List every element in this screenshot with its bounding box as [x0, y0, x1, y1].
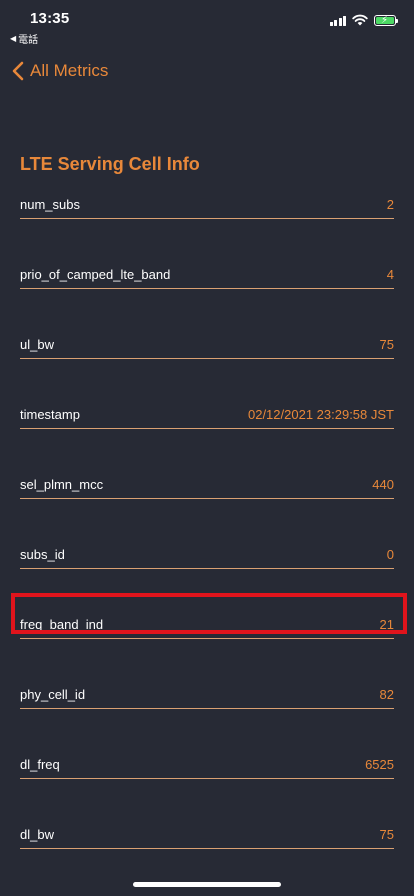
screen: 13:35 ◀ 電話 ⚡ All Metrics LTE Serving Cel… [0, 0, 414, 896]
metric-value: 75 [379, 337, 394, 352]
metric-value: 440 [372, 477, 394, 492]
status-bar: 13:35 ◀ 電話 ⚡ [0, 0, 414, 46]
home-indicator[interactable] [133, 882, 281, 887]
status-time: 13:35 [30, 10, 70, 27]
cellular-signal-icon [329, 15, 346, 26]
section-title: LTE Serving Cell Info [20, 154, 200, 174]
back-to-app-link[interactable]: ◀ 電話 [10, 31, 38, 46]
metric-row-dl-bw: dl_bw 75 [20, 827, 394, 849]
metric-row-num-subs: num_subs 2 [20, 197, 394, 219]
metric-value: 6525 [365, 757, 394, 772]
status-icons: ⚡ [329, 14, 398, 26]
metric-key: dl_bw [20, 827, 54, 842]
metric-row-dl-freq: dl_freq 6525 [20, 757, 394, 779]
metric-value: 4 [386, 267, 394, 282]
metric-key: timestamp [20, 407, 80, 422]
metric-value: 02/12/2021 23:29:58 JST [247, 407, 394, 422]
metric-value: 75 [379, 827, 394, 842]
metric-value: 0 [386, 547, 394, 562]
metric-key: num_subs [20, 197, 80, 212]
metric-row-sel-plmn-mcc: sel_plmn_mcc 440 [20, 477, 394, 499]
back-triangle-icon: ◀ [10, 34, 17, 43]
back-app-label: 電話 [18, 35, 39, 46]
metric-row-phy-cell-id: phy_cell_id 82 [20, 687, 394, 709]
metric-key: phy_cell_id [20, 687, 86, 702]
metric-row-prio-of-camped-lte-band: prio_of_camped_lte_band 4 [20, 267, 394, 289]
metric-key: subs_id [20, 547, 65, 562]
metric-key: dl_freq [20, 757, 60, 772]
charging-bolt-icon: ⚡ [381, 14, 389, 26]
metric-value: 82 [379, 687, 394, 702]
back-button[interactable]: All Metrics [12, 58, 108, 84]
metric-key: sel_plmn_mcc [20, 477, 104, 492]
metric-row-ul-bw: ul_bw 75 [20, 337, 394, 359]
metric-row-subs-id: subs_id 0 [20, 547, 394, 569]
metric-value: 2 [386, 197, 394, 212]
back-button-label: All Metrics [30, 61, 109, 80]
highlight-box [11, 593, 407, 634]
wifi-icon [352, 14, 368, 26]
chevron-left-icon [12, 61, 24, 81]
battery-icon: ⚡ [374, 14, 398, 26]
metric-key: prio_of_camped_lte_band [20, 267, 171, 282]
metric-key: ul_bw [20, 337, 54, 352]
metric-row-timestamp: timestamp 02/12/2021 23:29:58 JST [20, 407, 394, 429]
